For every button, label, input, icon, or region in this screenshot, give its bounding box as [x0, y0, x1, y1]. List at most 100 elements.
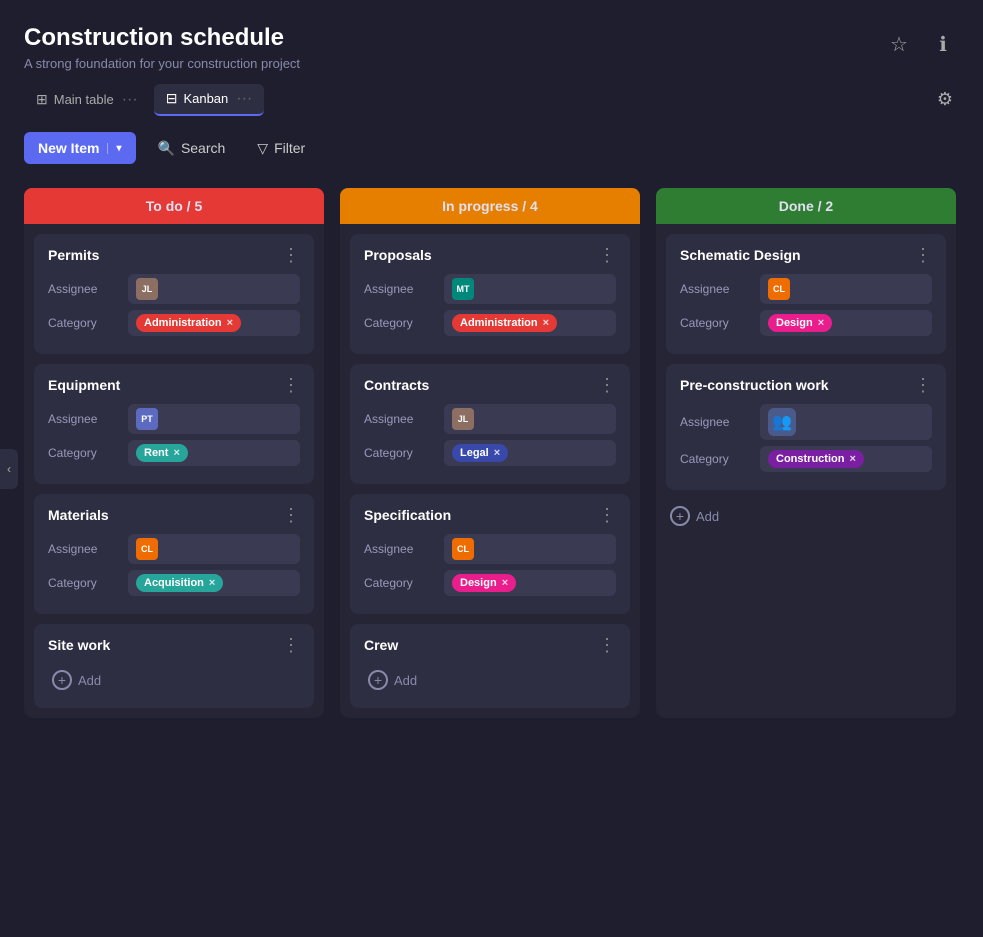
card-pre-construction: Pre-construction work⋮Assignee👥CategoryC… [666, 364, 946, 490]
column-body-done: Schematic Design⋮AssigneeCLCategoryDesig… [656, 224, 956, 718]
category-tag-remove-materials[interactable]: × [209, 577, 215, 589]
field-value-assignee-contracts[interactable]: JL [444, 404, 616, 434]
field-category-specification: CategoryDesign× [364, 570, 616, 596]
category-tag-remove-pre-construction[interactable]: × [849, 453, 855, 465]
field-category-proposals: CategoryAdministration× [364, 310, 616, 336]
card-menu-crew[interactable]: ⋮ [598, 636, 616, 654]
category-tag-proposals: Administration × [452, 314, 557, 332]
add-label: Add [394, 673, 417, 688]
field-category-pre-construction: Category Construction × [680, 446, 932, 472]
category-tag-label-proposals: Administration [460, 317, 538, 329]
field-category-materials: CategoryAcquisition× [48, 570, 300, 596]
add-button-column-done[interactable]: +Add [666, 500, 946, 532]
field-label-assignee-permits: Assignee [48, 282, 118, 296]
field-label-assignee-schematic-design: Assignee [680, 282, 750, 296]
card-header-contracts: Contracts ⋮ [364, 376, 616, 394]
field-assignee-contracts: Assignee JL [364, 404, 616, 434]
category-tag-remove-schematic-design[interactable]: × [818, 317, 824, 329]
avatar-proposals: MT [452, 278, 474, 300]
tab-kanban[interactable]: ⊟ Kanban ··· [154, 84, 265, 116]
field-value-assignee-schematic-design[interactable]: CL [760, 274, 932, 304]
field-assignee-proposals: AssigneeMT [364, 274, 616, 304]
column-todo: To do / 5Permits⋮AssigneeJLCategoryAdmin… [24, 188, 324, 718]
star-button[interactable]: ☆ [883, 28, 915, 60]
category-tag-materials: Acquisition× [136, 574, 223, 592]
category-tag-label-contracts: Legal [460, 447, 489, 459]
settings-button[interactable]: ⚙ [931, 83, 959, 116]
field-label-category-pre-construction: Category [680, 452, 750, 466]
field-label-category-equipment: Category [48, 446, 118, 460]
category-tag-remove-permits[interactable]: × [227, 317, 233, 329]
field-assignee-schematic-design: Assignee CL [680, 274, 932, 304]
tab-main-table-dots[interactable]: ··· [122, 91, 138, 109]
field-value-assignee-specification[interactable]: CL [444, 534, 616, 564]
info-button[interactable]: ℹ [927, 28, 959, 60]
card-menu-permits[interactable]: ⋮ [282, 246, 300, 264]
field-value-category-proposals[interactable]: Administration × [444, 310, 616, 336]
field-category-schematic-design: Category Design× [680, 310, 932, 336]
card-menu-pre-construction[interactable]: ⋮ [914, 376, 932, 394]
field-label-category-schematic-design: Category [680, 316, 750, 330]
card-header-permits: Permits ⋮ [48, 246, 300, 264]
new-item-arrow-icon[interactable]: ▾ [107, 143, 121, 154]
star-icon: ☆ [890, 32, 908, 57]
card-header-site-work: Site work⋮ [48, 636, 300, 654]
card-menu-equipment[interactable]: ⋮ [282, 376, 300, 394]
card-menu-proposals[interactable]: ⋮ [598, 246, 616, 264]
card-menu-materials[interactable]: ⋮ [282, 506, 300, 524]
field-value-assignee-permits[interactable]: JL [128, 274, 300, 304]
filter-button[interactable]: ▽ Filter [247, 134, 315, 163]
category-tag-pre-construction: Construction × [768, 450, 864, 468]
field-value-category-equipment[interactable]: Rent× [128, 440, 300, 466]
add-label: Add [78, 673, 101, 688]
card-menu-schematic-design[interactable]: ⋮ [914, 246, 932, 264]
avatar-materials: CL [136, 538, 158, 560]
card-crew: Crew⋮+Add [350, 624, 630, 708]
card-menu-site-work[interactable]: ⋮ [282, 636, 300, 654]
category-tag-remove-proposals[interactable]: × [543, 317, 549, 329]
column-done: Done / 2Schematic Design⋮AssigneeCLCateg… [656, 188, 956, 718]
field-value-assignee-equipment[interactable]: PT [128, 404, 300, 434]
field-value-category-specification[interactable]: Design× [444, 570, 616, 596]
field-value-category-permits[interactable]: Administration× [128, 310, 300, 336]
table-icon: ⊞ [36, 91, 48, 108]
card-title-contracts: Contracts [364, 377, 429, 393]
card-title-proposals: Proposals [364, 247, 432, 263]
tab-kanban-dots[interactable]: ··· [236, 90, 252, 108]
card-menu-specification[interactable]: ⋮ [598, 506, 616, 524]
card-title-permits: Permits [48, 247, 99, 263]
new-item-button[interactable]: New Item ▾ [24, 132, 136, 164]
category-tag-remove-specification[interactable]: × [502, 577, 508, 589]
field-value-assignee-proposals[interactable]: MT [444, 274, 616, 304]
field-value-assignee-materials[interactable]: CL [128, 534, 300, 564]
field-label-category-contracts: Category [364, 446, 434, 460]
field-assignee-pre-construction: Assignee👥 [680, 404, 932, 440]
filter-label: Filter [274, 140, 305, 156]
avatar-equipment: PT [136, 408, 158, 430]
info-icon: ℹ [939, 32, 947, 57]
card-header-pre-construction: Pre-construction work⋮ [680, 376, 932, 394]
column-body-inprogress: Proposals⋮AssigneeMTCategoryAdministrati… [340, 224, 640, 718]
avatar-schematic-design: CL [768, 278, 790, 300]
field-label-assignee-contracts: Assignee [364, 412, 434, 426]
tab-main-table-label: Main table [54, 92, 114, 107]
add-button-site-work[interactable]: +Add [48, 664, 300, 696]
field-value-category-contracts[interactable]: Legal × [444, 440, 616, 466]
category-tag-remove-contracts[interactable]: × [494, 447, 500, 459]
category-tag-schematic-design: Design× [768, 314, 832, 332]
sidebar-toggle[interactable]: ‹ [0, 449, 18, 489]
field-value-assignee-pre-construction[interactable]: 👥 [760, 404, 932, 440]
search-button[interactable]: 🔍 Search [148, 134, 236, 163]
field-value-category-schematic-design[interactable]: Design× [760, 310, 932, 336]
card-menu-contracts[interactable]: ⋮ [598, 376, 616, 394]
gear-icon: ⚙ [937, 89, 953, 109]
tab-main-table[interactable]: ⊞ Main table ··· [24, 85, 150, 115]
category-tag-label-pre-construction: Construction [776, 453, 844, 465]
category-tag-remove-equipment[interactable]: × [173, 447, 179, 459]
field-value-category-pre-construction[interactable]: Construction × [760, 446, 932, 472]
kanban-board: To do / 5Permits⋮AssigneeJLCategoryAdmin… [0, 180, 983, 742]
kanban-icon: ⊟ [166, 90, 178, 107]
field-label-assignee-equipment: Assignee [48, 412, 118, 426]
field-value-category-materials[interactable]: Acquisition× [128, 570, 300, 596]
add-button-crew[interactable]: +Add [364, 664, 616, 696]
